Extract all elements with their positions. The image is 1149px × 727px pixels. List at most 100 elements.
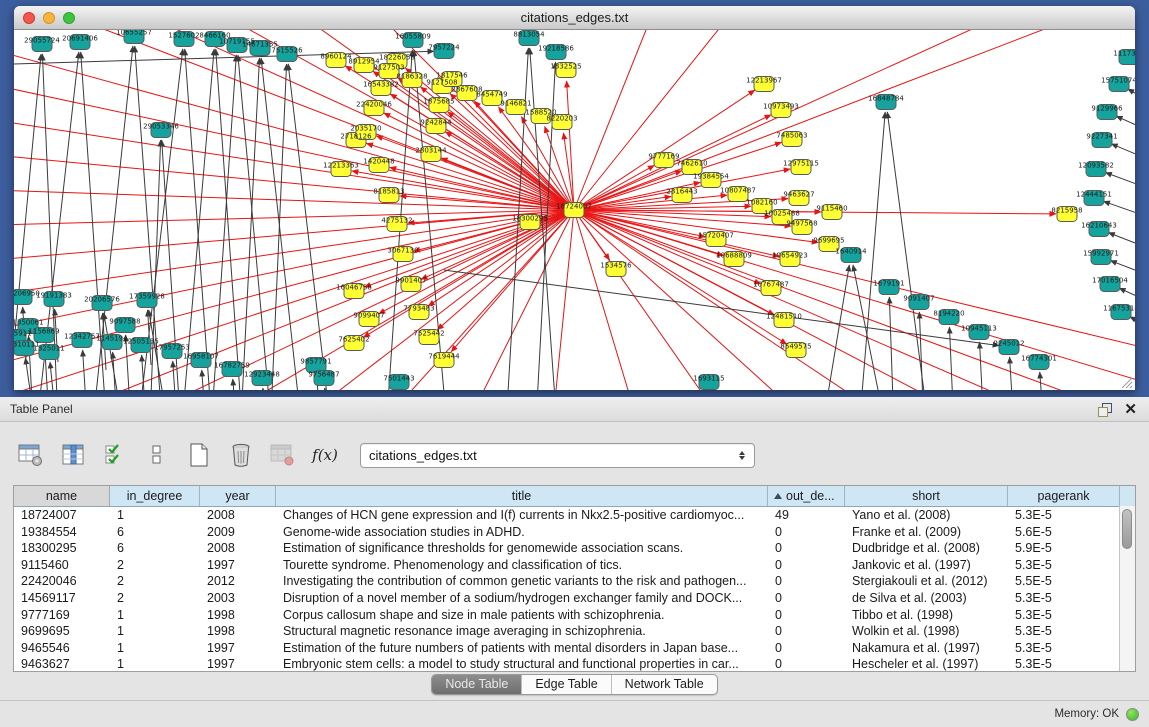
cell-title[interactable]: Estimation of the future numbers of pati…	[276, 640, 768, 657]
cell-title[interactable]: Changes of HCN gene expression and I(f) …	[276, 507, 768, 524]
table-scrollbar[interactable]	[1119, 506, 1135, 671]
tab-edge-table[interactable]: Edge Table	[522, 675, 611, 694]
cell-title[interactable]: Tourette syndrome. Phenomenology and cla…	[276, 557, 768, 574]
cell-in-degree[interactable]: 2	[110, 573, 200, 590]
cell-year[interactable]: 1997	[200, 557, 276, 574]
cell-out-de-[interactable]: 0	[768, 557, 845, 574]
close-icon[interactable]: ✕	[1124, 403, 1137, 416]
cell-in-degree[interactable]: 1	[110, 607, 200, 624]
cell-name[interactable]: 9463627	[14, 656, 110, 673]
cell-year[interactable]: 1998	[200, 623, 276, 640]
cell-pagerank[interactable]: 5.3E-5	[1008, 607, 1120, 624]
function-builder-icon[interactable]: f(x)	[310, 440, 340, 470]
table-row[interactable]: 946362711997Embryonic stem cells: a mode…	[14, 656, 1135, 673]
cell-in-degree[interactable]: 1	[110, 656, 200, 673]
cell-year[interactable]: 1997	[200, 656, 276, 673]
cell-title[interactable]: Estimation of significance thresholds fo…	[276, 540, 768, 557]
cell-name[interactable]: 9699695	[14, 623, 110, 640]
cell-short[interactable]: Hescheler et al. (1997)	[845, 656, 1008, 673]
cell-pagerank[interactable]: 5.5E-5	[1008, 573, 1120, 590]
cell-short[interactable]: Dudbridge et al. (2008)	[845, 540, 1008, 557]
cell-short[interactable]: Wolkin et al. (1998)	[845, 623, 1008, 640]
cell-out-de-[interactable]: 0	[768, 640, 845, 657]
table-row[interactable]: 1830029562008Estimation of significance …	[14, 540, 1135, 557]
cell-out-de-[interactable]: 0	[768, 540, 845, 557]
tab-node-table[interactable]: Node Table	[432, 675, 522, 694]
column-header-name[interactable]: name	[14, 486, 110, 506]
column-header-title[interactable]: title	[276, 486, 768, 506]
window-titlebar[interactable]: citations_edges.txt	[14, 6, 1135, 30]
cell-title[interactable]: Disruption of a novel member of a sodium…	[276, 590, 768, 607]
cell-out-de-[interactable]: 49	[768, 507, 845, 524]
cell-pagerank[interactable]: 5.3E-5	[1008, 507, 1120, 524]
cell-name[interactable]: 9465546	[14, 640, 110, 657]
citation-network-graph[interactable]: 1872400718300295182260588912954896012491…	[14, 30, 1135, 390]
delete-table-icon[interactable]	[226, 440, 256, 470]
cell-out-de-[interactable]: 0	[768, 590, 845, 607]
cell-title[interactable]: Corpus callosum shape and size in male p…	[276, 607, 768, 624]
cell-out-de-[interactable]: 0	[768, 656, 845, 673]
cell-pagerank[interactable]: 5.9E-5	[1008, 540, 1120, 557]
cell-in-degree[interactable]: 6	[110, 540, 200, 557]
cell-year[interactable]: 2008	[200, 540, 276, 557]
table-mode-icon[interactable]	[16, 440, 46, 470]
cell-out-de-[interactable]: 0	[768, 607, 845, 624]
table-row[interactable]: 1456911722003Disruption of a novel membe…	[14, 590, 1135, 607]
cell-in-degree[interactable]: 1	[110, 507, 200, 524]
cell-pagerank[interactable]: 5.3E-5	[1008, 557, 1120, 574]
cell-year[interactable]: 2003	[200, 590, 276, 607]
cell-short[interactable]: Franke et al. (2009)	[845, 524, 1008, 541]
table-row[interactable]: 1872400712008Changes of HCN gene express…	[14, 507, 1135, 524]
table-row[interactable]: 911546021997Tourette syndrome. Phenomeno…	[14, 557, 1135, 574]
cell-year[interactable]: 2009	[200, 524, 276, 541]
memory-status-indicator[interactable]	[1126, 708, 1139, 721]
cell-out-de-[interactable]: 0	[768, 573, 845, 590]
cell-year[interactable]: 1997	[200, 640, 276, 657]
table-row[interactable]: 1938455462009Genome-wide association stu…	[14, 524, 1135, 541]
table-selector[interactable]: citations_edges.txt	[360, 443, 755, 468]
scrollbar-thumb[interactable]	[1122, 509, 1132, 549]
cell-pagerank[interactable]: 5.3E-5	[1008, 623, 1120, 640]
table-row[interactable]: 946554611997Estimation of the future num…	[14, 640, 1135, 657]
cell-name[interactable]: 19384554	[14, 524, 110, 541]
cell-in-degree[interactable]: 1	[110, 623, 200, 640]
cell-in-degree[interactable]: 6	[110, 524, 200, 541]
column-header-pagerank[interactable]: pagerank	[1008, 486, 1120, 506]
float-window-icon[interactable]	[1098, 403, 1112, 416]
column-header-short[interactable]: short	[845, 486, 1008, 506]
table-row[interactable]: 969969511998Structural magnetic resonanc…	[14, 623, 1135, 640]
show-columns-icon[interactable]	[58, 440, 88, 470]
cell-title[interactable]: Embryonic stem cells: a model to study s…	[276, 656, 768, 673]
cell-short[interactable]: Jankovic et al. (1997)	[845, 557, 1008, 574]
cell-year[interactable]: 1998	[200, 607, 276, 624]
column-header-year[interactable]: year	[200, 486, 276, 506]
tab-network-table[interactable]: Network Table	[612, 675, 717, 694]
network-canvas[interactable]: 1872400718300295182260588912954896012491…	[14, 30, 1135, 390]
cell-title[interactable]: Genome-wide association studies in ADHD.	[276, 524, 768, 541]
cell-title[interactable]: Investigating the contribution of common…	[276, 573, 768, 590]
cell-year[interactable]: 2012	[200, 573, 276, 590]
cell-name[interactable]: 9777169	[14, 607, 110, 624]
cell-out-de-[interactable]: 0	[768, 524, 845, 541]
cell-pagerank[interactable]: 5.6E-5	[1008, 524, 1120, 541]
window-resize-grip[interactable]	[1119, 375, 1133, 389]
cell-name[interactable]: 18300295	[14, 540, 110, 557]
column-header-in-degree[interactable]: in_degree	[110, 486, 200, 506]
cell-in-degree[interactable]: 2	[110, 557, 200, 574]
cell-short[interactable]: Stergiakouli et al. (2012)	[845, 573, 1008, 590]
cell-name[interactable]: 14569117	[14, 590, 110, 607]
cell-name[interactable]: 9115460	[14, 557, 110, 574]
cell-name[interactable]: 18724007	[14, 507, 110, 524]
cell-year[interactable]: 2008	[200, 507, 276, 524]
cell-name[interactable]: 22420046	[14, 573, 110, 590]
cell-short[interactable]: Tibbo et al. (1998)	[845, 607, 1008, 624]
cell-in-degree[interactable]: 2	[110, 590, 200, 607]
cell-short[interactable]: Nakamura et al. (1997)	[845, 640, 1008, 657]
cell-short[interactable]: Yano et al. (2008)	[845, 507, 1008, 524]
clear-selection-icon[interactable]	[142, 440, 172, 470]
cell-in-degree[interactable]: 1	[110, 640, 200, 657]
select-all-icon[interactable]	[100, 440, 130, 470]
new-table-icon[interactable]	[184, 440, 214, 470]
table-row[interactable]: 2242004622012Investigating the contribut…	[14, 573, 1135, 590]
table-row[interactable]: 977716911998Corpus callosum shape and si…	[14, 607, 1135, 624]
